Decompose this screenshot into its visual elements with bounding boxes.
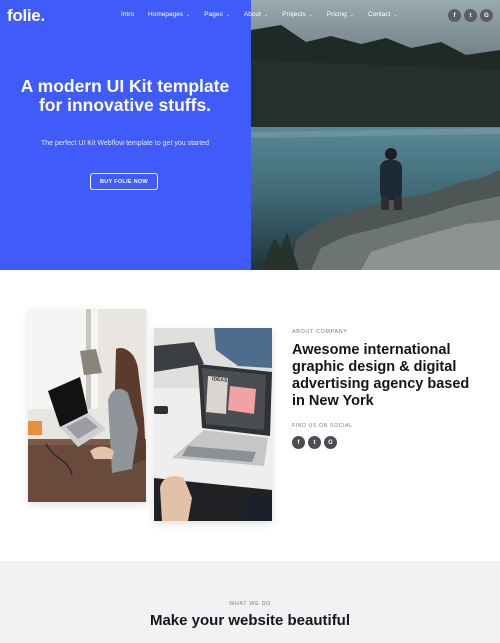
nav-item-label: Pricing <box>326 11 347 18</box>
twitter-icon[interactable]: t <box>308 436 321 449</box>
chevron-down-icon: ⌄ <box>186 11 191 18</box>
about-eyebrow: ABOUT COMPANY <box>292 329 348 335</box>
what-we-do-section: WHAT WE DO Make your website beautiful <box>0 561 500 643</box>
chevron-down-icon: ⌄ <box>308 11 313 18</box>
header-social-links: f t G <box>448 9 493 22</box>
nav-item-projects[interactable]: Projects ⌄ <box>282 11 313 18</box>
top-navigation: folie. Intro Homepages ⌄ Pages ⌄ About ⌄ Pr… <box>0 0 500 32</box>
chevron-down-icon: ⌄ <box>225 11 230 18</box>
chevron-down-icon: ⌄ <box>349 11 354 18</box>
find-us-label: FIND US ON SOCIAL <box>292 423 353 429</box>
nav-item-about[interactable]: About ⌄ <box>244 11 268 18</box>
hero-lake-image <box>251 0 500 270</box>
twitter-icon[interactable]: t <box>464 9 477 22</box>
hero-subtitle: The perfect UI Kit Webflow template to g… <box>41 140 209 147</box>
about-title: Awesome international graphic design & d… <box>292 342 470 409</box>
what-we-do-title: Make your website beautiful <box>149 612 351 629</box>
brand-logo[interactable]: folie. <box>7 6 45 26</box>
about-social-links: f t G <box>292 436 337 449</box>
chevron-down-icon: ⌄ <box>393 11 398 18</box>
facebook-icon[interactable]: f <box>292 436 305 449</box>
buy-folie-button[interactable]: BUY FOLIE NOW <box>90 173 158 190</box>
nav-item-homepages[interactable]: Homepages ⌄ <box>148 11 190 18</box>
nav-item-pricing[interactable]: Pricing ⌄ <box>327 11 354 18</box>
nav-item-label: Projects <box>282 11 306 18</box>
hero-title: A modern UI Kit template for innovative … <box>20 76 230 115</box>
nav-links: Intro Homepages ⌄ Pages ⌄ About ⌄ Projects ⌄… <box>121 11 412 18</box>
hero-blue-panel <box>0 0 251 270</box>
nav-item-contact[interactable]: Contact ⌄ <box>368 11 398 18</box>
about-photo-desk-laptop: IDEAS <box>154 328 272 521</box>
hero-section: folie. Intro Homepages ⌄ Pages ⌄ About ⌄ Pr… <box>0 0 500 270</box>
about-photo-laptop-woman <box>28 309 146 502</box>
nav-item-label: Pages <box>204 11 223 18</box>
photo-art <box>28 309 146 502</box>
chevron-down-icon: ⌄ <box>263 11 269 18</box>
nav-item-pages[interactable]: Pages ⌄ <box>204 11 230 18</box>
nav-item-label: Intro <box>121 11 135 18</box>
photo-art <box>154 328 272 521</box>
nav-item-label: Homepages <box>148 11 184 18</box>
nav-item-intro[interactable]: Intro <box>121 11 134 18</box>
nav-item-label: About <box>243 11 261 18</box>
google-icon[interactable]: G <box>480 9 493 22</box>
what-we-do-eyebrow: WHAT WE DO <box>229 601 271 607</box>
hero-image-art <box>251 0 500 270</box>
google-icon[interactable]: G <box>324 436 337 449</box>
facebook-icon[interactable]: f <box>448 9 461 22</box>
nav-item-label: Contact <box>367 11 391 18</box>
